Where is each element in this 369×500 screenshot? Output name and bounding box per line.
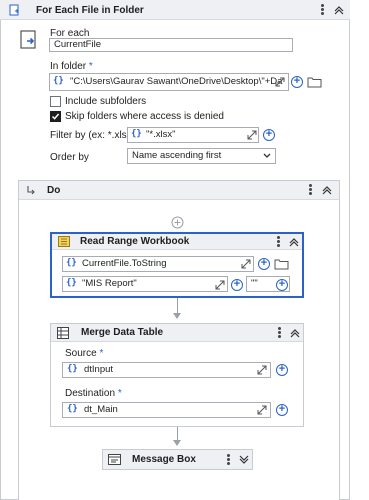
collapse-icon[interactable] — [333, 4, 345, 16]
add-variable-icon[interactable]: + — [258, 258, 270, 270]
filter-label: Filter by (ex: *.xlsx) — [50, 130, 136, 141]
order-by-dropdown[interactable]: Name ascending first — [127, 148, 276, 164]
more-options-icon[interactable] — [276, 235, 280, 249]
filter-field[interactable]: "*.xlsx" — [127, 127, 259, 143]
for-each-file-header[interactable]: For Each File in Folder — [0, 0, 350, 20]
add-variable-icon[interactable]: + — [276, 279, 288, 291]
expand-editor-icon[interactable] — [275, 77, 285, 87]
expression-icon[interactable]: {} — [66, 278, 77, 288]
collapse-icon[interactable] — [288, 236, 300, 248]
sheet-name-field[interactable]: "MIS Report" — [62, 276, 228, 292]
chevron-down-icon — [263, 153, 271, 158]
add-variable-icon[interactable]: + — [263, 129, 275, 141]
activity-title: Message Box — [132, 454, 196, 465]
expression-icon[interactable]: {} — [66, 258, 77, 268]
sequence-arrow-icon — [27, 186, 35, 195]
message-box-header[interactable]: Message Box — [103, 450, 252, 469]
expression-icon[interactable]: {} — [67, 404, 78, 414]
include-subfolders-label: Include subfolders — [65, 96, 147, 107]
message-box-icon — [108, 454, 121, 465]
order-by-label: Order by — [50, 152, 89, 163]
more-options-icon[interactable] — [277, 326, 281, 340]
destination-field[interactable]: dt_Main — [62, 402, 271, 418]
expand-editor-icon[interactable] — [257, 365, 267, 375]
expand-editor-icon[interactable] — [215, 280, 225, 290]
flow-connector — [177, 298, 178, 314]
expand-editor-icon[interactable] — [257, 405, 267, 415]
expression-icon[interactable]: {} — [67, 364, 78, 374]
flow-arrow — [173, 313, 181, 319]
add-variable-icon[interactable]: + — [231, 279, 243, 291]
for-each-file-icon — [9, 4, 19, 16]
expand-editor-icon[interactable] — [247, 130, 257, 140]
in-folder-label: In folder * — [50, 61, 93, 72]
flow-arrow — [173, 440, 181, 446]
collapse-icon[interactable] — [289, 327, 301, 339]
merge-header[interactable]: Merge Data Table — [51, 324, 303, 342]
destination-label: Destination * — [65, 388, 122, 399]
do-sequence-header[interactable]: Do — [19, 181, 339, 200]
add-activity-icon[interactable] — [171, 216, 184, 229]
expand-icon[interactable] — [238, 454, 250, 466]
more-options-icon[interactable] — [226, 453, 230, 467]
activity-title: For Each File in Folder — [36, 5, 144, 16]
activity-title: Merge Data Table — [81, 327, 164, 338]
do-title: Do — [47, 185, 61, 196]
include-subfolders-checkbox[interactable] — [50, 96, 61, 107]
collapse-icon[interactable] — [321, 184, 333, 196]
folder-iteration-icon — [20, 30, 36, 49]
expression-icon[interactable]: {} — [53, 76, 64, 86]
browse-file-icon[interactable] — [274, 258, 289, 270]
activity-title: Read Range Workbook — [80, 236, 190, 247]
skip-denied-checkbox[interactable] — [50, 111, 61, 122]
excel-icon — [58, 236, 70, 247]
more-options-icon[interactable] — [308, 183, 312, 197]
workbook-path-field[interactable]: CurrentFile.ToString — [62, 256, 254, 272]
skip-denied-label: Skip folders where access is denied — [65, 111, 224, 122]
source-field[interactable]: dtInput — [62, 362, 271, 378]
data-table-icon — [57, 327, 69, 339]
source-label: Source * — [65, 348, 104, 359]
flow-connector — [177, 427, 178, 441]
in-folder-field[interactable]: "C:\Users\Gaurav Sawant\OneDrive\Desktop… — [49, 73, 289, 91]
expression-icon[interactable]: {} — [131, 129, 142, 139]
add-variable-icon[interactable]: + — [276, 364, 288, 376]
expand-editor-icon[interactable] — [241, 259, 251, 269]
browse-folder-icon[interactable] — [307, 76, 322, 88]
for-each-variable-field[interactable]: CurrentFile — [49, 38, 293, 52]
add-variable-icon[interactable]: + — [291, 76, 303, 88]
add-variable-icon[interactable]: + — [276, 404, 288, 416]
more-options-icon[interactable] — [320, 3, 324, 17]
read-range-header[interactable]: Read Range Workbook — [52, 234, 302, 250]
